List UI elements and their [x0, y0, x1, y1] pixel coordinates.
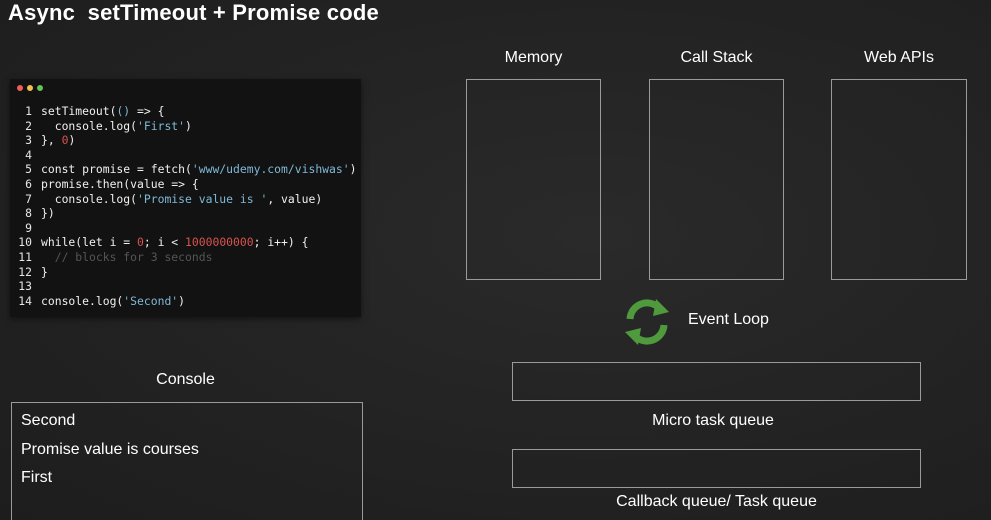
web-apis-label: Web APIs [864, 49, 934, 66]
line-number: 3 [25, 133, 32, 148]
code-line: 9 [10, 221, 361, 236]
console-line: Second [21, 412, 76, 429]
call-stack-box [649, 79, 784, 280]
code-text: while(let i = 0; i < 1000000000; i++) { [41, 235, 308, 250]
code-text: console.log('Promise value is ', value) [41, 191, 323, 207]
code-token: const promise = fetch( [41, 162, 192, 177]
line-number: 5 [25, 162, 32, 177]
code-line: 10 while(let i = 0; i < 1000000000; i++) … [10, 235, 361, 250]
call-stack-label: Call Stack [680, 49, 753, 66]
code-token: promise.then(value => { [41, 176, 199, 191]
code-token: // blocks for 3 seconds [41, 249, 213, 264]
code-token: console.log( [41, 293, 124, 308]
code-text: // blocks for 3 seconds [41, 249, 213, 265]
line-number: 12 [18, 264, 32, 279]
refresh-arrows-icon [625, 299, 669, 345]
code-text: }, 0) [41, 133, 75, 148]
line-number: 4 [25, 147, 32, 162]
code-token: => { [130, 104, 165, 118]
code-token: console.log( [41, 118, 138, 133]
code-line: 7 console.log('Promise value is ', value… [10, 192, 361, 207]
line-number: 6 [25, 176, 32, 191]
line-number: 13 [18, 279, 32, 294]
microtask-queue-box [512, 362, 921, 401]
microtask-queue-label: Micro task queue [652, 412, 774, 429]
code-token: ) [178, 293, 186, 308]
console-line: First [21, 469, 53, 486]
close-dot-icon [17, 85, 23, 91]
code-line: 1 setTimeout(() => { [10, 104, 361, 119]
window-controls [17, 85, 43, 91]
minimize-dot-icon [27, 85, 33, 91]
code-line: 4 [10, 148, 361, 163]
code-editor: 1 setTimeout(() => {2 console.log('First'… [10, 79, 361, 317]
code-token: 1000000000 [185, 235, 254, 250]
code-line: 12} [10, 265, 361, 280]
code-text: const promise = fetch('www/udemy.com/vis… [41, 162, 356, 177]
line-number: 10 [18, 235, 32, 250]
code-token: }) [41, 206, 55, 221]
line-number: 2 [25, 118, 32, 133]
memory-box [466, 79, 601, 280]
code-token: 'First' [137, 118, 186, 133]
line-number: 1 [25, 104, 32, 118]
line-number: 9 [25, 220, 32, 235]
code-token: ; i < [143, 235, 186, 250]
code-text: }) [41, 206, 55, 221]
code-text: setTimeout(() => { [41, 104, 164, 119]
code-token: ) [68, 133, 76, 148]
memory-label: Memory [504, 49, 563, 66]
code-token: 'Second' [123, 293, 179, 308]
code-token: () [116, 104, 131, 118]
code-token: ) [349, 162, 357, 177]
code-token: 'Promise value is ' [137, 191, 268, 206]
code-line: 2 console.log('First') [10, 119, 361, 134]
console-label: Console [156, 371, 215, 388]
code-token: 'www/udemy.com/vishwas' [191, 162, 350, 177]
code-text: console.log('First') [41, 119, 192, 134]
code-line: 11 // blocks for 3 seconds [10, 250, 361, 265]
line-number: 11 [18, 249, 32, 264]
callback-queue-box [512, 449, 921, 488]
code-text: console.log('Second') [41, 294, 185, 309]
code-token: , value) [267, 191, 323, 206]
code-token: ) [185, 118, 192, 133]
code-block: 1 setTimeout(() => {2 console.log('First'… [10, 104, 361, 308]
code-token: while(let i = [41, 235, 138, 250]
code-text: } [41, 265, 48, 280]
code-token: console.log( [41, 191, 138, 206]
code-text: promise.then(value => { [41, 177, 199, 192]
code-line: 5 const promise = fetch('www/udemy.com/vi… [10, 162, 361, 177]
line-number: 14 [18, 293, 32, 308]
code-line: 6 promise.then(value => { [10, 177, 361, 192]
line-number: 8 [25, 206, 32, 221]
code-token: } [41, 264, 48, 279]
code-token: }, [41, 133, 62, 148]
event-loop-label: Event Loop [688, 311, 769, 328]
code-line: 8}) [10, 206, 361, 221]
code-line: 13 [10, 279, 361, 294]
callback-queue-label: Callback queue/ Task queue [616, 493, 817, 510]
page-title: Async setTimeout + Promise code [8, 0, 379, 25]
code-token: 0 [137, 235, 144, 250]
console-line: Promise value is courses [21, 441, 199, 458]
code-token: setTimeout( [41, 104, 117, 118]
code-line: 14 console.log('Second') [10, 294, 361, 309]
web-apis-box [831, 79, 967, 280]
code-token: ; i++) { [253, 235, 309, 250]
line-number: 7 [25, 191, 32, 206]
maximize-dot-icon [37, 85, 43, 91]
code-line: 3 }, 0) [10, 133, 361, 148]
